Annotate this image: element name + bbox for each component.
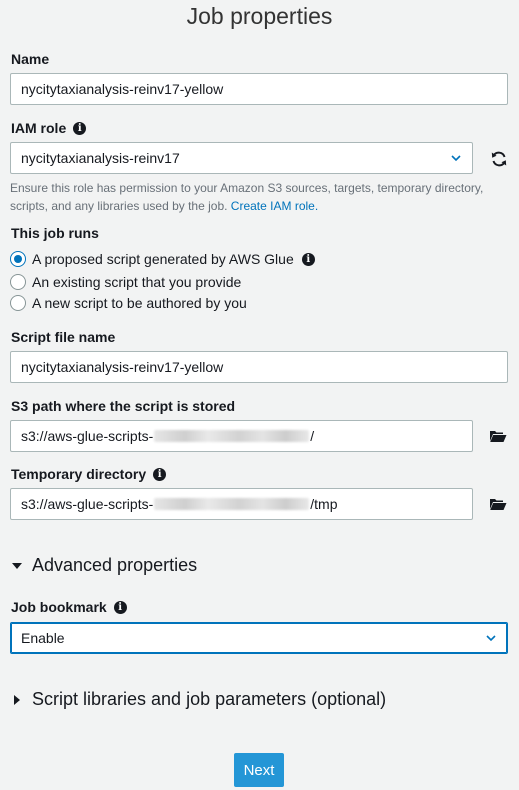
name-input[interactable]: nycitytaxianalysis-reinv17-yellow bbox=[10, 73, 508, 105]
s3-path-input[interactable]: s3://aws-glue-scripts- / bbox=[10, 420, 473, 452]
redacted-text bbox=[154, 430, 310, 442]
iam-role-value: nycitytaxianalysis-reinv17 bbox=[21, 150, 180, 166]
name-input-value: nycitytaxianalysis-reinv17-yellow bbox=[21, 81, 224, 97]
create-iam-role-link[interactable]: Create IAM role. bbox=[231, 199, 318, 213]
radio-option-label: An existing script that you provide bbox=[32, 274, 242, 290]
job-bookmark-select[interactable]: Enable bbox=[10, 622, 508, 654]
advanced-properties-toggle[interactable]: Advanced properties bbox=[12, 555, 197, 576]
radio-option-label: A proposed script generated by AWS Glue bbox=[32, 251, 294, 267]
s3-path-label: S3 path where the script is stored bbox=[11, 398, 235, 414]
job-runs-label-text: This job runs bbox=[11, 225, 99, 241]
temp-dir-label-text: Temporary directory bbox=[11, 466, 147, 482]
script-libraries-toggle[interactable]: Script libraries and job parameters (opt… bbox=[12, 689, 386, 710]
radio-button[interactable] bbox=[10, 295, 26, 311]
caret-right-icon bbox=[14, 694, 20, 705]
script-file-label-text: Script file name bbox=[11, 329, 116, 345]
job-bookmark-value: Enable bbox=[21, 630, 65, 646]
radio-option-new-script[interactable]: A new script to be authored by you bbox=[10, 293, 247, 313]
temp-dir-input[interactable]: s3://aws-glue-scripts- /tmp bbox=[10, 488, 473, 520]
script-file-input[interactable]: nycitytaxianalysis-reinv17-yellow bbox=[10, 351, 508, 383]
temp-dir-suffix: /tmp bbox=[310, 496, 338, 512]
iam-role-label: IAM role i bbox=[11, 120, 87, 136]
job-bookmark-label: Job bookmark i bbox=[11, 599, 127, 615]
name-label: Name bbox=[11, 51, 49, 67]
iam-role-helper: Ensure this role has permission to your … bbox=[10, 179, 510, 215]
next-button[interactable]: Next bbox=[234, 753, 284, 787]
job-runs-label: This job runs bbox=[11, 225, 99, 241]
info-icon[interactable]: i bbox=[301, 252, 315, 266]
radio-option-label: A new script to be authored by you bbox=[32, 295, 247, 311]
folder-icon[interactable] bbox=[489, 497, 507, 511]
radio-button[interactable] bbox=[10, 274, 26, 290]
info-icon[interactable]: i bbox=[153, 467, 167, 481]
chevron-down-icon bbox=[451, 155, 461, 162]
page-title: Job properties bbox=[186, 3, 333, 29]
s3-path-suffix: / bbox=[310, 428, 315, 444]
info-icon[interactable]: i bbox=[73, 121, 87, 135]
temp-dir-prefix: s3://aws-glue-scripts- bbox=[21, 496, 154, 512]
radio-option-existing-script[interactable]: An existing script that you provide bbox=[10, 272, 241, 292]
refresh-icon[interactable] bbox=[490, 150, 508, 168]
chevron-down-icon bbox=[486, 635, 496, 642]
s3-path-label-text: S3 path where the script is stored bbox=[11, 398, 236, 414]
info-icon[interactable]: i bbox=[113, 600, 127, 614]
advanced-properties-label: Advanced properties bbox=[32, 555, 198, 575]
caret-down-icon bbox=[12, 562, 22, 569]
radio-button-checked[interactable] bbox=[10, 251, 26, 267]
job-bookmark-label-text: Job bookmark bbox=[11, 599, 107, 615]
radio-option-proposed-script[interactable]: A proposed script generated by AWS Glue … bbox=[10, 249, 315, 269]
script-file-value: nycitytaxianalysis-reinv17-yellow bbox=[21, 359, 224, 375]
s3-path-prefix: s3://aws-glue-scripts- bbox=[21, 428, 154, 444]
iam-role-select[interactable]: nycitytaxianalysis-reinv17 bbox=[10, 142, 473, 174]
iam-role-label-text: IAM role bbox=[11, 120, 67, 136]
script-libraries-label: Script libraries and job parameters (opt… bbox=[32, 689, 387, 709]
folder-icon[interactable] bbox=[489, 429, 507, 443]
redacted-text bbox=[154, 498, 310, 510]
script-file-label: Script file name bbox=[11, 329, 115, 345]
name-label-text: Name bbox=[11, 51, 50, 67]
temp-dir-label: Temporary directory i bbox=[11, 466, 167, 482]
